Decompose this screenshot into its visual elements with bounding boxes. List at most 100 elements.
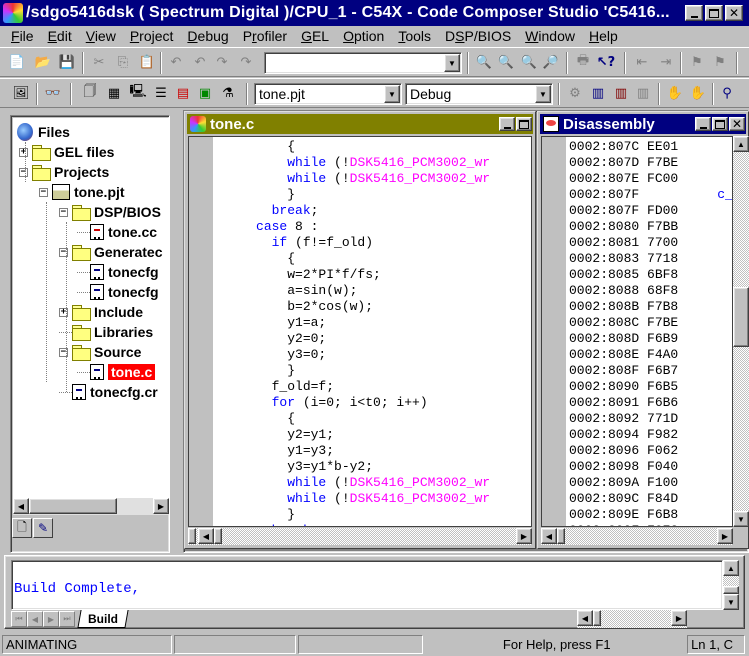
- scroll-left-button[interactable]: ◀: [541, 528, 557, 544]
- scroll-left-button[interactable]: ◀: [198, 528, 214, 544]
- code-line[interactable]: }: [217, 187, 295, 203]
- code-editor[interactable]: { while (!DSK5416_PCM3002_wr while (!DSK…: [188, 136, 532, 527]
- outdent-icon[interactable]: ⇥: [657, 53, 675, 71]
- disassembly-row[interactable]: 0002:808F F6B7: [569, 363, 678, 379]
- project-combo[interactable]: tone.pjt ▼: [254, 83, 402, 105]
- disassembly-row[interactable]: 0002:808B F7B8: [569, 299, 678, 315]
- tree-item[interactable]: + GEL files: [19, 142, 114, 162]
- tree-item[interactable]: tonecfg.cr: [59, 382, 158, 402]
- compile-icon[interactable]: ⚙: [566, 84, 584, 102]
- scroll-up-button[interactable]: ▲: [723, 560, 739, 576]
- expand-icon[interactable]: +: [19, 147, 28, 157]
- disassembly-vscroll[interactable]: ▲ ▼: [733, 136, 749, 527]
- memory-window-icon[interactable]: 🗍: [81, 84, 99, 102]
- menu-help[interactable]: Help: [582, 28, 625, 44]
- disassembly-row[interactable]: 0002:808C F7BE: [569, 315, 678, 331]
- menu-tools[interactable]: Tools: [391, 28, 438, 44]
- disassembly-row[interactable]: 0002:809A F100: [569, 475, 678, 491]
- copy-icon[interactable]: ⎘: [114, 53, 132, 71]
- first-tab-icon[interactable]: ⏮: [11, 611, 27, 627]
- scroll-thumb[interactable]: [29, 498, 117, 514]
- scroll-thumb[interactable]: [214, 528, 222, 544]
- tab-build[interactable]: Build: [77, 610, 129, 628]
- scroll-right-button[interactable]: ▶: [717, 528, 733, 544]
- tree-item[interactable]: + Include: [59, 302, 143, 322]
- toggle-breakpoint-icon[interactable]: ✋: [666, 84, 684, 102]
- editor-gutter[interactable]: [189, 137, 213, 526]
- collapse-icon[interactable]: −: [39, 187, 48, 197]
- print-icon[interactable]: 🖶: [574, 53, 592, 71]
- disassembly-maximize-button[interactable]: [712, 117, 728, 131]
- code-line[interactable]: y3=0;: [217, 347, 326, 363]
- disassembly-gutter[interactable]: [542, 137, 566, 526]
- editor-minimize-button[interactable]: [499, 117, 515, 131]
- scroll-left-button[interactable]: ◀: [13, 498, 29, 514]
- tree-item[interactable]: − Generatec: [59, 242, 162, 262]
- disassembly-row[interactable]: 0002:8081 7700: [569, 235, 678, 251]
- code-line[interactable]: break;: [217, 203, 319, 219]
- code-line[interactable]: while (!DSK5416_PCM3002_wr: [217, 475, 490, 491]
- chevron-down-icon[interactable]: ▼: [535, 85, 551, 103]
- next-bookmark-icon[interactable]: ⚑: [711, 53, 729, 71]
- probe-icon[interactable]: ⚗: [219, 84, 237, 102]
- disassembly-title-bar[interactable]: Disassembly ✕: [540, 114, 746, 134]
- code-line[interactable]: {: [217, 411, 295, 427]
- watch-window-icon[interactable]: 🖼: [12, 84, 30, 102]
- menu-gel[interactable]: GEL: [294, 28, 336, 44]
- scroll-right-button[interactable]: ▶: [153, 498, 169, 514]
- code-line[interactable]: a=sin(w);: [217, 283, 357, 299]
- code-line[interactable]: for (i=0; i<t0; i++): [217, 395, 428, 411]
- build-config-combo[interactable]: Debug ▼: [405, 83, 553, 105]
- tree-item[interactable]: − tone.pjt: [39, 182, 125, 202]
- disassembly-row[interactable]: 0002:8090 F6B5: [569, 379, 678, 395]
- code-line[interactable]: w=2*PI*f/fs;: [217, 267, 381, 283]
- ccs-app-icon[interactable]: [3, 3, 23, 23]
- tree-item[interactable]: − Source: [59, 342, 141, 362]
- scroll-thumb[interactable]: [593, 610, 601, 626]
- context-help-icon[interactable]: ↖?: [597, 53, 615, 71]
- code-line[interactable]: while (!DSK5416_PCM3002_wr: [217, 155, 490, 171]
- scroll-thumb[interactable]: [557, 528, 565, 544]
- scroll-thumb[interactable]: [723, 586, 739, 594]
- new-file-icon[interactable]: 📄: [8, 53, 26, 71]
- code-line[interactable]: }: [217, 507, 295, 523]
- disassembly-listing[interactable]: 0002:807C EE01 0002:807D F7BE 0002:807E FC…: [541, 136, 733, 527]
- menu-dsp-bios[interactable]: DSP/BIOS: [438, 28, 518, 44]
- menu-view[interactable]: View: [79, 28, 123, 44]
- next-tab-icon[interactable]: ▶: [43, 611, 59, 627]
- disassembly-row[interactable]: 0002:8088 68F8: [569, 283, 678, 299]
- cut-icon[interactable]: ✂: [90, 53, 108, 71]
- menu-debug[interactable]: Debug: [180, 28, 235, 44]
- disassembly-row[interactable]: 0002:8083 7718: [569, 251, 678, 267]
- redo-icon[interactable]: ↷: [213, 53, 231, 71]
- scroll-down-button[interactable]: ▼: [723, 594, 739, 610]
- build-output[interactable]: Build Complete,: [11, 560, 723, 610]
- tree-item[interactable]: tonecfg: [77, 282, 159, 302]
- collapse-icon[interactable]: −: [19, 167, 28, 177]
- menu-project[interactable]: Project: [123, 28, 181, 44]
- menu-edit[interactable]: Edit: [41, 28, 79, 44]
- last-tab-icon[interactable]: ⏭: [59, 611, 75, 627]
- tree-item[interactable]: tone.c: [77, 362, 156, 382]
- code-line[interactable]: {: [217, 251, 295, 267]
- code-line[interactable]: b=2*cos(w);: [217, 299, 373, 315]
- code-line[interactable]: y1=y3;: [217, 443, 334, 459]
- code-line[interactable]: while (!DSK5416_PCM3002_wr: [217, 171, 490, 187]
- toggle-bookmark-icon[interactable]: ⚑: [688, 53, 706, 71]
- split-handle[interactable]: [188, 528, 196, 544]
- disassembly-icon[interactable]: ☰: [152, 84, 170, 102]
- disassembly-row[interactable]: 0002:8080 F7BB: [569, 219, 678, 235]
- code-line[interactable]: y3=y1*b-y2;: [217, 459, 373, 475]
- undo-icon[interactable]: ↶: [167, 53, 185, 71]
- graph-icon[interactable]: ▤: [174, 84, 192, 102]
- disassembly-row[interactable]: 0002:8091 F6B6: [569, 395, 678, 411]
- save-icon[interactable]: 💾: [58, 53, 76, 71]
- cpu-view-icon[interactable]: 🖳: [129, 84, 147, 102]
- search-combo[interactable]: ▼: [264, 52, 462, 74]
- project-tree-hscroll[interactable]: ◀ ▶: [13, 498, 169, 515]
- build-config-combo-value[interactable]: Debug: [406, 86, 535, 102]
- disassembly-row[interactable]: 0002:807E FC00: [569, 171, 678, 187]
- editor-title-bar[interactable]: tone.c: [187, 114, 533, 134]
- quick-watch-icon[interactable]: 👓: [44, 84, 62, 102]
- paste-icon[interactable]: 📋: [138, 53, 156, 71]
